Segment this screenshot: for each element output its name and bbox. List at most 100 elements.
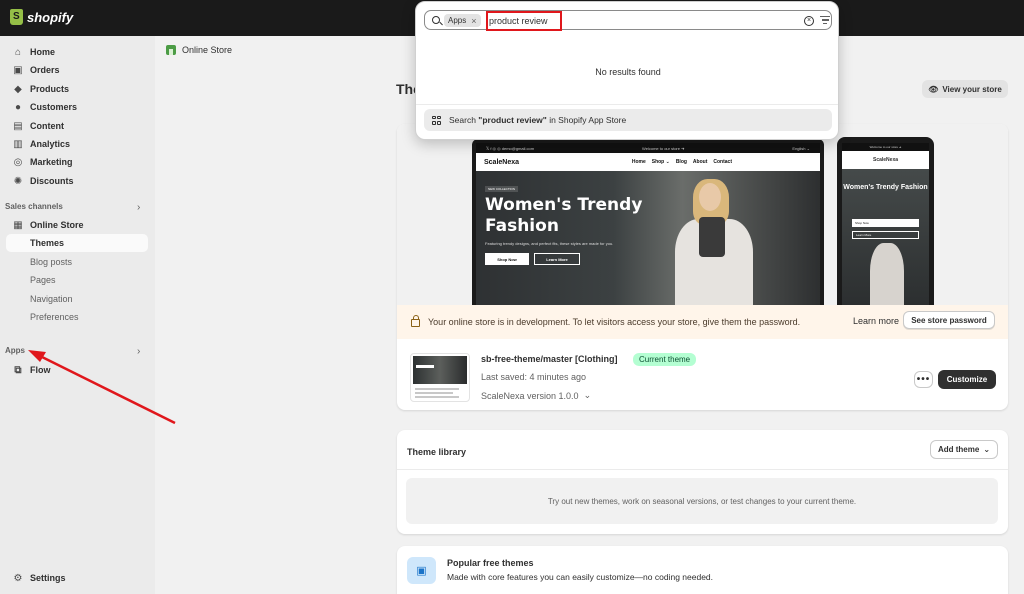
clear-search-icon[interactable]: × bbox=[804, 16, 814, 26]
current-theme-badge: Current theme bbox=[633, 353, 697, 366]
more-actions-button[interactable]: ••• bbox=[914, 371, 933, 388]
theme-thumbnail[interactable] bbox=[410, 353, 470, 402]
shopify-logo[interactable]: shopify bbox=[10, 9, 73, 25]
preview-link: Contact bbox=[713, 159, 732, 165]
chevron-right-icon[interactable]: › bbox=[137, 346, 140, 357]
search-app-store-option[interactable]: Search "product review" in Shopify App S… bbox=[424, 109, 832, 131]
divider bbox=[397, 469, 1008, 470]
store-icon: ▦ bbox=[13, 219, 23, 231]
sidebar-item-label: Settings bbox=[30, 573, 66, 583]
hero-tag: NEW COLLECTION bbox=[485, 186, 519, 192]
view-store-button[interactable]: 👁 View your store bbox=[922, 80, 1008, 98]
chart-icon: ▥ bbox=[13, 138, 23, 150]
add-theme-button[interactable]: Add theme ⌄ bbox=[930, 440, 998, 459]
last-saved-text: Last saved: 4 minutes ago bbox=[481, 372, 587, 382]
mobile-hero: Women's Trendy Fashion Shop Now Learn Mo… bbox=[842, 169, 929, 305]
sidebar-subitem-themes[interactable]: Themes bbox=[6, 234, 148, 252]
chevron-right-icon[interactable]: › bbox=[137, 202, 140, 213]
desktop-screen: 𝕏 f ◎ ◎ demo@gmail.com Welcome to our st… bbox=[476, 143, 820, 305]
popular-themes-subtitle: Made with core features you can easily c… bbox=[447, 572, 714, 582]
customize-button[interactable]: Customize bbox=[938, 370, 996, 389]
breadcrumb-label: Online Store bbox=[182, 45, 233, 55]
preview-language: English ⌄ bbox=[792, 145, 810, 151]
discount-icon: ✺ bbox=[13, 175, 23, 187]
person-icon: ● bbox=[14, 101, 22, 113]
apps-label[interactable]: Apps bbox=[5, 346, 25, 355]
no-results-message: No results found bbox=[595, 67, 661, 77]
apps-filter-chip[interactable]: Apps × bbox=[444, 14, 481, 27]
hero-shop-now: Shop Now bbox=[485, 253, 529, 265]
sidebar-item-marketing[interactable]: ◎ Marketing bbox=[6, 153, 148, 171]
flow-icon: ⧉ bbox=[14, 364, 22, 376]
sidebar-item-online-store[interactable]: ▦ Online Store bbox=[6, 216, 148, 234]
sidebar-item-discounts[interactable]: ✺ Discounts bbox=[6, 172, 148, 190]
popular-themes-title: Popular free themes bbox=[447, 558, 534, 568]
inbox-icon: ▣ bbox=[13, 64, 23, 76]
hero-learn-more: Learn More bbox=[534, 253, 580, 265]
chevron-down-icon: ⌄ bbox=[983, 445, 991, 454]
sidebar-subitem-preferences[interactable]: Preferences bbox=[6, 308, 148, 326]
add-theme-label: Add theme bbox=[937, 445, 980, 454]
sidebar-item-label: Online Store bbox=[30, 220, 84, 230]
mobile-model-image bbox=[870, 243, 904, 305]
close-icon[interactable]: × bbox=[471, 16, 476, 26]
divider bbox=[416, 104, 838, 105]
preview-link: Home bbox=[631, 159, 646, 165]
preview-brand: ScaleNexa bbox=[484, 158, 520, 166]
sidebar-item-settings[interactable]: ⚙ Settings bbox=[6, 569, 148, 587]
preview-link: About bbox=[692, 159, 708, 165]
theme-library-title: Theme library bbox=[407, 447, 467, 457]
app-store-suffix: in Shopify App Store bbox=[546, 115, 627, 125]
learn-more-link[interactable]: Learn more bbox=[853, 316, 899, 326]
eye-icon: 👁 bbox=[928, 84, 939, 94]
sidebar-item-products[interactable]: ◆ Products bbox=[6, 80, 148, 98]
apps-chip-label: Apps bbox=[448, 16, 467, 25]
theme-library-card: Theme library Add theme ⌄ Try out new th… bbox=[397, 430, 1008, 534]
mobile-shop-now: Shop Now bbox=[852, 219, 919, 227]
sidebar-item-orders[interactable]: ▣ Orders bbox=[6, 61, 148, 79]
preview-link: Shop ⌄ bbox=[651, 159, 670, 165]
chevron-down-icon: ⌄ bbox=[583, 390, 592, 400]
dev-banner-text: Your online store is in development. To … bbox=[428, 317, 801, 327]
preview-link: Blog bbox=[675, 159, 687, 165]
hero-headline: Women's Trendy Fashion bbox=[485, 195, 643, 236]
mobile-learn-more: Learn More bbox=[852, 231, 919, 239]
breadcrumb: Online Store bbox=[166, 45, 232, 55]
mobile-announcement: Welcome to our store ➔ bbox=[842, 143, 929, 151]
sidebar-subitem-pages[interactable]: Pages bbox=[6, 271, 148, 289]
sidebar-item-label: Customers bbox=[30, 102, 78, 112]
mobile-screen: Welcome to our store ➔ ScaleNexa Women's… bbox=[842, 143, 929, 305]
sidebar-item-label: Orders bbox=[30, 65, 60, 75]
desktop-preview: 𝕏 f ◎ ◎ demo@gmail.com Welcome to our st… bbox=[472, 139, 824, 305]
theme-icon: ▣ bbox=[407, 557, 436, 584]
search-icon bbox=[432, 16, 440, 24]
search-input[interactable]: Apps × product review × bbox=[424, 10, 832, 31]
theme-version-dropdown[interactable]: ScaleNexa version 1.0.0 ⌄ bbox=[481, 390, 591, 401]
sidebar-item-content[interactable]: ▤ Content bbox=[6, 117, 148, 135]
mobile-preview: Welcome to our store ➔ ScaleNexa Women's… bbox=[837, 137, 934, 305]
search-popover: Apps × product review × No results found… bbox=[415, 1, 839, 140]
sidebar-item-label: Marketing bbox=[30, 157, 73, 167]
brand-name: shopify bbox=[27, 9, 74, 25]
sidebar-subitem-blog-posts[interactable]: Blog posts bbox=[6, 253, 148, 271]
sidebar-item-label: Content bbox=[30, 121, 64, 131]
app-store-query: "product review" bbox=[478, 115, 547, 125]
preview-contact: 𝕏 f ◎ ◎ demo@gmail.com bbox=[486, 145, 535, 151]
sidebar-item-customers[interactable]: ● Customers bbox=[6, 98, 148, 116]
theme-library-empty-state: Try out new themes, work on seasonal ver… bbox=[406, 478, 998, 524]
search-query-text[interactable]: product review bbox=[486, 11, 562, 31]
sidebar-item-home[interactable]: ⌂ Home bbox=[6, 43, 148, 61]
app-store-icon bbox=[432, 115, 441, 125]
filter-icon[interactable] bbox=[820, 16, 830, 26]
preview-welcome: Welcome to our store ➔ bbox=[642, 145, 685, 151]
theme-name: sb-free-theme/master [Clothing] bbox=[481, 354, 618, 364]
sidebar-item-analytics[interactable]: ▥ Analytics bbox=[6, 135, 148, 153]
sidebar-item-flow[interactable]: ⧉ Flow bbox=[6, 361, 148, 379]
search-app-store-label: Search "product review" in Shopify App S… bbox=[449, 115, 626, 125]
mobile-headline: Women's Trendy Fashion bbox=[843, 184, 928, 191]
theme-preview[interactable]: 𝕏 f ◎ ◎ demo@gmail.com Welcome to our st… bbox=[397, 124, 1008, 305]
preview-nav: ScaleNexa Home Shop ⌄ Blog About Contact bbox=[476, 153, 820, 171]
see-store-password-button[interactable]: See store password bbox=[903, 311, 995, 329]
sidebar-subitem-navigation[interactable]: Navigation bbox=[6, 290, 148, 308]
hero-subline: Featuring trendy designs, and perfect fi… bbox=[485, 241, 614, 246]
